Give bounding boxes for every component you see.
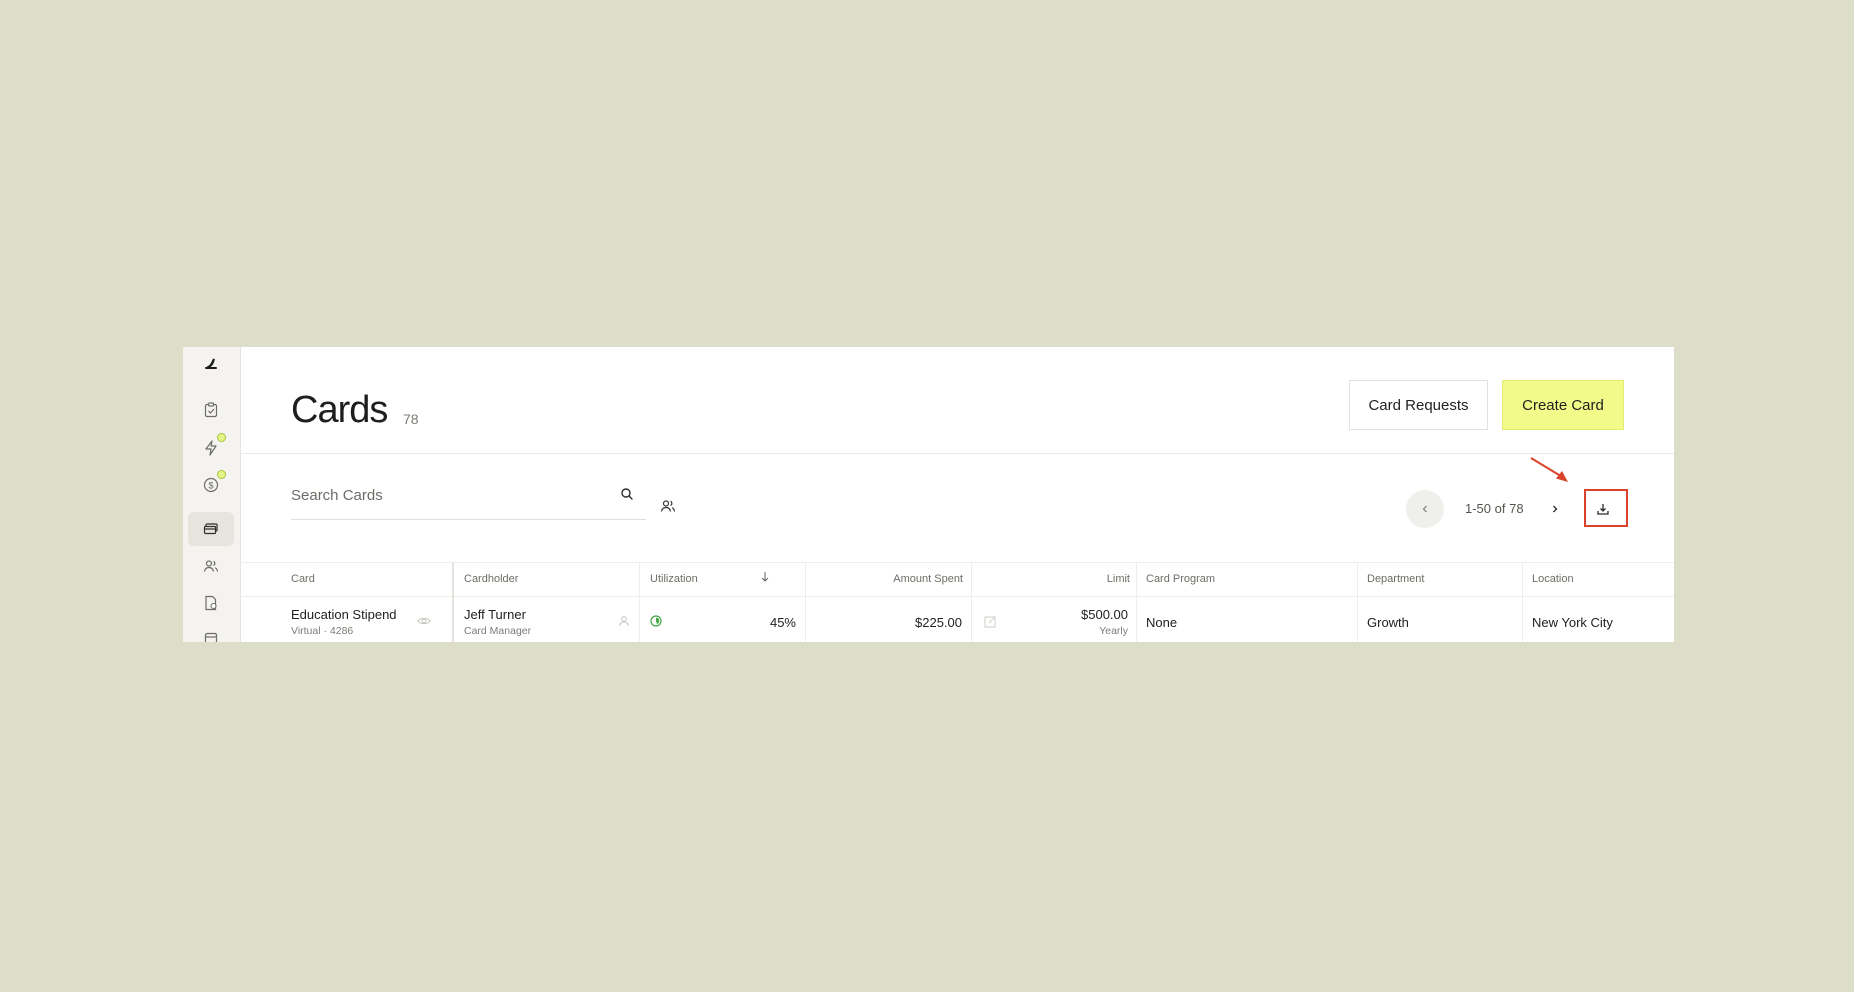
create-card-button[interactable]: Create Card	[1502, 380, 1624, 430]
column-header-department[interactable]: Department	[1367, 573, 1424, 585]
next-page-button[interactable]	[1545, 499, 1565, 519]
sidebar: $	[183, 347, 241, 642]
header-row-line	[240, 596, 1674, 597]
sidebar-item-activity[interactable]	[188, 431, 234, 465]
people-filter-icon[interactable]	[660, 499, 676, 513]
document-icon	[204, 595, 218, 611]
column-header-card[interactable]: Card	[291, 573, 315, 585]
column-header-amount-spent[interactable]: Amount Spent	[850, 573, 963, 585]
column-divider	[971, 563, 972, 642]
card-name[interactable]: Education Stipend	[291, 607, 397, 622]
user-icon[interactable]	[618, 615, 630, 627]
people-icon	[203, 559, 219, 573]
column-divider	[639, 563, 640, 642]
header-divider	[240, 453, 1674, 454]
sidebar-item-people[interactable]	[188, 549, 234, 583]
table-top-line	[240, 562, 1674, 563]
location-value: New York City	[1532, 615, 1613, 630]
sidebar-item-cards[interactable]	[188, 512, 234, 546]
card-requests-button[interactable]: Card Requests	[1349, 380, 1488, 430]
utilization-pie-icon	[650, 615, 662, 627]
annotation-arrow	[1530, 457, 1568, 482]
column-divider	[1522, 563, 1523, 642]
cardholder-role: Card Manager	[464, 625, 532, 637]
amount-spent-value: $225.00	[915, 615, 962, 630]
column-divider	[805, 563, 806, 642]
notification-dot	[217, 433, 226, 442]
sidebar-item-calendar[interactable]	[188, 621, 234, 642]
column-header-cardholder[interactable]: Cardholder	[464, 573, 518, 585]
edit-icon[interactable]	[984, 615, 997, 628]
utilization-value: 45%	[769, 615, 796, 630]
column-header-utilization[interactable]: Utilization	[650, 573, 698, 585]
eye-icon[interactable]	[417, 616, 431, 626]
limit-value: $500.00	[1081, 607, 1128, 622]
card-program-value: None	[1146, 615, 1178, 630]
bolt-icon	[204, 440, 218, 456]
column-divider	[452, 563, 454, 642]
dollar-icon: $	[203, 477, 219, 493]
notification-dot	[217, 470, 226, 479]
chevron-left-icon	[1420, 504, 1430, 514]
column-header-card-program[interactable]: Card Program	[1146, 573, 1215, 585]
search-icon[interactable]	[620, 487, 634, 501]
sidebar-item-bills[interactable]	[188, 586, 234, 620]
column-header-limit[interactable]: Limit	[1000, 573, 1130, 585]
column-header-location[interactable]: Location	[1532, 573, 1574, 585]
column-divider	[1136, 563, 1137, 642]
download-highlight-box	[1584, 489, 1628, 527]
checklist-icon	[204, 402, 218, 418]
sort-down-icon[interactable]	[760, 571, 770, 583]
chevron-right-icon	[1550, 504, 1560, 514]
sidebar-item-payments[interactable]: $	[188, 468, 234, 502]
pagination-text: 1-50 of 78	[1465, 501, 1524, 516]
main-content: Cards 78 Card Requests Create Card 1-50 …	[240, 347, 1674, 642]
search-bar	[291, 485, 646, 520]
app-window: $ Cards 78 Card Requests Create Card Sea…	[183, 347, 1674, 642]
calendar-icon	[204, 631, 218, 642]
cards-icon	[203, 522, 219, 536]
limit-period: Yearly	[1099, 625, 1128, 637]
column-divider	[1357, 563, 1358, 642]
page-title: Cards	[291, 389, 388, 431]
logo-icon[interactable]	[188, 347, 234, 381]
department-value: Growth	[1367, 615, 1409, 630]
card-meta: Virtual · 4286	[291, 625, 354, 637]
card-count: 78	[403, 411, 419, 427]
sidebar-item-tasks[interactable]	[188, 393, 234, 427]
search-input[interactable]	[291, 485, 591, 506]
cardholder-name[interactable]: Jeff Turner	[464, 607, 526, 622]
svg-text:$: $	[208, 481, 213, 491]
prev-page-button[interactable]	[1406, 490, 1444, 528]
